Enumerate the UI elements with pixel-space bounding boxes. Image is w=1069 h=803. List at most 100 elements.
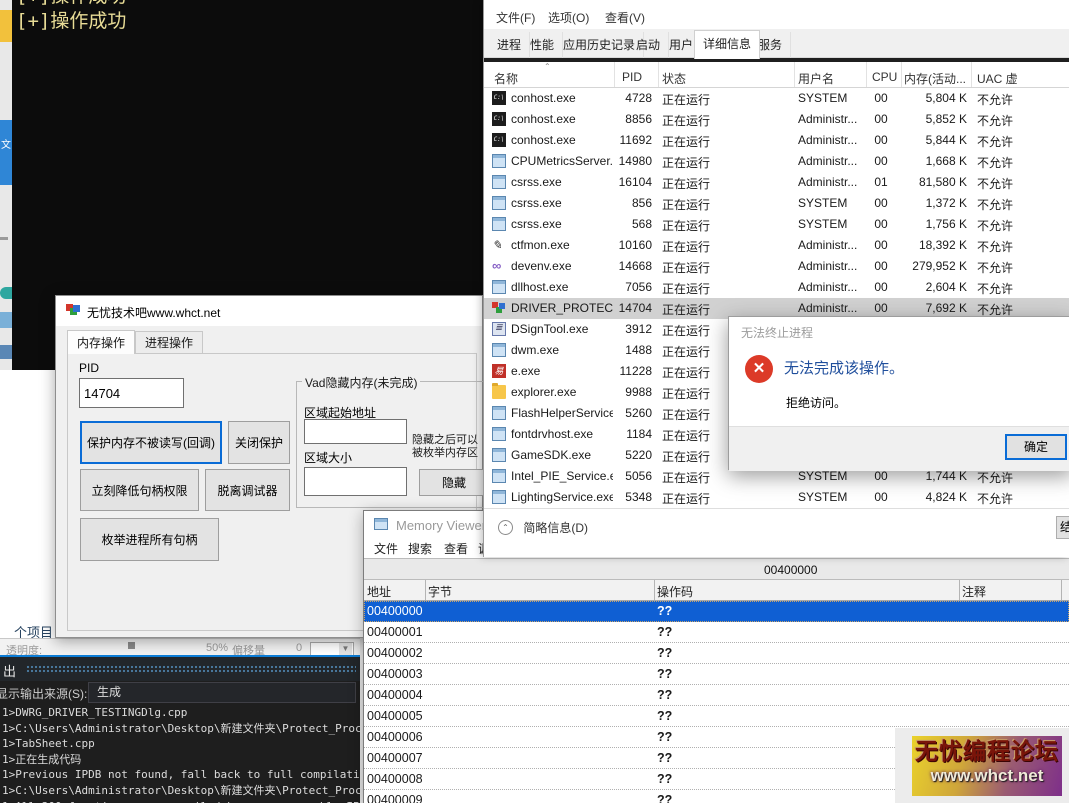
process-cpu: 00 (866, 490, 896, 504)
window-icon (492, 448, 506, 462)
process-name: csrss.exe (511, 196, 613, 210)
table-row[interactable]: devenv.exe 14668 正在运行 Administr... 00 27… (484, 256, 1069, 277)
table-row[interactable]: conhost.exe 4728 正在运行 SYSTEM 00 5,804 K … (484, 88, 1069, 109)
memory-row[interactable]: 00400000 ?? (364, 601, 1069, 622)
output-source-row: 显示输出来源(S): 生成 (0, 681, 360, 705)
transparency-label: 透明度: (6, 642, 42, 655)
table-row[interactable]: ctfmon.exe 10160 正在运行 Administr... 00 18… (484, 235, 1069, 256)
ok-button[interactable]: 确定 (1005, 434, 1067, 460)
explorer-window-fragment: 个项目 (0, 370, 57, 638)
table-row[interactable]: dllhost.exe 7056 正在运行 Administr... 00 2,… (484, 277, 1069, 298)
menu-options[interactable]: 选项(O) (548, 9, 589, 26)
table-row[interactable]: CPUMetricsServer... 14980 正在运行 Administr… (484, 151, 1069, 172)
process-uac: 不允许 (977, 469, 1069, 486)
memory-address: 00400009 (367, 793, 423, 803)
col-cpu[interactable]: CPU (872, 70, 902, 84)
percent-value: 50% (206, 642, 228, 654)
memory-row[interactable]: 00400005 ?? (364, 706, 1069, 727)
window-icon (492, 469, 506, 483)
menu-file[interactable]: 文件 (374, 540, 398, 557)
process-memory: 1,372 K (901, 196, 967, 210)
fewer-details-label: 简略信息(D) (523, 521, 588, 535)
table-row[interactable]: conhost.exe 11692 正在运行 Administr... 00 5… (484, 130, 1069, 151)
memory-row[interactable]: 00400003 ?? (364, 664, 1069, 685)
table-row[interactable]: csrss.exe 16104 正在运行 Administr... 01 81,… (484, 172, 1069, 193)
memory-address: 00400005 (367, 709, 423, 723)
memory-row[interactable]: 00400002 ?? (364, 643, 1069, 664)
menu-file[interactable]: 文件(F) (496, 9, 535, 26)
tab-memory-ops[interactable]: 内存操作 (67, 330, 135, 354)
process-cpu: 00 (866, 469, 896, 483)
enum-handles-button[interactable]: 枚举进程所有句柄 (80, 518, 219, 561)
region-size-input[interactable] (304, 467, 407, 496)
hide-button[interactable]: 隐藏 (419, 469, 489, 496)
desktop: 文 个项目 透明度: 50% 偏移量 0 ▼ [+]操作成功[+]操作成功 无忧… (0, 0, 1069, 803)
tab-process-ops[interactable]: 进程操作 (135, 331, 203, 353)
menu-view[interactable]: 查看(V) (605, 9, 645, 26)
build-output-log[interactable]: 1>DWRG_DRIVER_TESTINGDlg.cpp 1>C:\Users\A… (0, 705, 360, 803)
process-name: Intel_PIE_Service.exe (511, 469, 613, 483)
col-pid[interactable]: PID (622, 70, 652, 84)
process-status: 正在运行 (662, 238, 792, 255)
process-user: SYSTEM (798, 469, 864, 483)
col-address[interactable]: 地址 (367, 583, 391, 600)
file-menu-fragment[interactable]: 文 (0, 120, 12, 185)
process-uac: 不允许 (977, 91, 1069, 108)
clipped-toolbar: 透明度: 50% 偏移量 0 ▼ (0, 638, 360, 655)
memory-row[interactable]: 00400004 ?? (364, 685, 1069, 706)
lower-handle-button[interactable]: 立刻降低句柄权限 (80, 469, 199, 511)
region-start-input[interactable] (304, 419, 407, 444)
output-panel-header[interactable]: 出 (0, 657, 360, 681)
table-row[interactable]: csrss.exe 568 正在运行 SYSTEM 00 1,756 K 不允许 (484, 214, 1069, 235)
col-comment[interactable]: 注释 (962, 583, 986, 600)
process-uac: 不允许 (977, 133, 1069, 150)
memory-row[interactable]: 00400001 ?? (364, 622, 1069, 643)
process-user: Administr... (798, 154, 864, 168)
window-icon (492, 154, 506, 168)
process-uac: 不允许 (977, 175, 1069, 192)
process-name: FlashHelperService... (511, 406, 613, 420)
drag-handle-dots (26, 665, 356, 674)
process-uac: 不允许 (977, 196, 1069, 213)
table-row[interactable]: LightingService.exe 5348 正在运行 SYSTEM 00 … (484, 487, 1069, 508)
tab-details[interactable]: 详细信息 (694, 30, 760, 59)
pen-icon (492, 238, 506, 252)
console-icon (492, 133, 506, 147)
close-protect-button[interactable]: 关闭保护 (228, 421, 290, 464)
app-icon (0, 287, 12, 299)
col-status[interactable]: 状态 (662, 70, 772, 87)
window-icon (492, 175, 506, 189)
table-row[interactable]: csrss.exe 856 正在运行 SYSTEM 00 1,372 K 不允许 (484, 193, 1069, 214)
output-line: 1>DWRG_DRIVER_TESTINGDlg.cpp (2, 705, 360, 721)
end-task-button-partial[interactable]: 结 (1056, 516, 1069, 539)
memory-opcode: ?? (657, 604, 672, 618)
pid-input[interactable] (79, 378, 184, 408)
offset-value: 0 (296, 642, 302, 654)
offset-dropdown[interactable]: ▼ (310, 642, 354, 655)
menu-search[interactable]: 搜索 (408, 540, 432, 557)
console-line: [+]操作成功 (16, 0, 483, 9)
dialog-titlebar[interactable]: 无忧技术吧www.whct.net (56, 296, 482, 326)
col-uac[interactable]: UAC 虚 (977, 70, 1067, 87)
process-name: e.exe (511, 364, 613, 378)
col-user[interactable]: 用户名 (798, 70, 858, 87)
col-opcode[interactable]: 操作码 (657, 583, 693, 600)
output-source-dropdown[interactable]: 生成 (88, 682, 356, 703)
detach-debugger-button[interactable]: 脱离调试器 (205, 469, 290, 511)
address-bar: 00400000 (364, 558, 1069, 580)
fewer-details-button[interactable]: ⌃ 简略信息(D) (498, 519, 588, 536)
process-pid: 3912 (614, 322, 652, 336)
process-uac: 不允许 (977, 217, 1069, 234)
output-line: 1>C:\Users\Administrator\Desktop\新建文件夹\P… (2, 783, 360, 799)
col-bytes[interactable]: 字节 (428, 583, 452, 600)
memory-opcode: ?? (657, 751, 672, 765)
current-address: 00400000 (764, 563, 817, 577)
menu-view[interactable]: 查看 (444, 540, 468, 557)
col-name[interactable]: 名称 (494, 70, 609, 87)
process-memory: 2,604 K (901, 280, 967, 294)
slider-handle[interactable] (128, 642, 135, 649)
protect-memory-button[interactable]: 保护内存不被读写(回调) (80, 421, 222, 464)
col-memory[interactable]: 内存(活动... (902, 70, 966, 87)
table-row[interactable]: conhost.exe 8856 正在运行 Administr... 00 5,… (484, 109, 1069, 130)
process-user: Administr... (798, 301, 864, 315)
